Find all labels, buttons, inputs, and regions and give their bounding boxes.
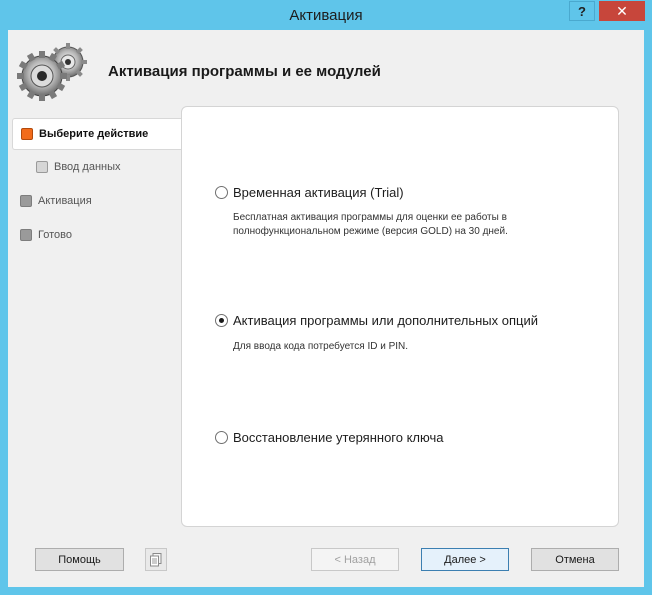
option-restore-key[interactable]: Восстановление утерянного ключа xyxy=(215,430,444,445)
radio-restore-key[interactable] xyxy=(215,431,228,444)
radio-trial[interactable] xyxy=(215,186,228,199)
dialog-header: Активация программы и ее модулей xyxy=(8,30,644,108)
option-trial-label[interactable]: Временная активация (Trial) xyxy=(233,185,404,200)
step-choose-action: Выберите действие xyxy=(12,118,188,150)
option-activate-program-description: Для ввода кода потребуется ID и PIN. xyxy=(233,341,409,352)
step-label: Готово xyxy=(38,229,72,241)
dialog-client: Активация программы и ее модулей Выберит… xyxy=(8,30,644,587)
step-pending-icon xyxy=(36,161,48,173)
activation-window: Активация ? ✕ Активация программы и ее м… xyxy=(0,0,652,595)
close-button[interactable]: ✕ xyxy=(599,1,645,21)
step-activation: Активация xyxy=(8,184,188,218)
window-title: Активация xyxy=(289,7,363,24)
options-panel: Временная активация (Trial) Бесплатная а… xyxy=(181,106,619,527)
step-pending-icon xyxy=(20,229,32,241)
help-button[interactable]: Помощь xyxy=(35,548,124,571)
page-title: Активация программы и ее модулей xyxy=(108,63,381,80)
step-label: Ввод данных xyxy=(54,161,121,173)
option-activate-program[interactable]: Активация программы или дополнительных о… xyxy=(215,313,538,328)
option-trial-description: Бесплатная активация программы для оценк… xyxy=(233,212,508,237)
button-bar: Помощь < Назад Далее > Отмена xyxy=(8,540,644,580)
title-bar[interactable]: Активация ? ✕ xyxy=(0,0,652,30)
help-title-button[interactable]: ? xyxy=(569,1,595,21)
back-button[interactable]: < Назад xyxy=(311,548,399,571)
wizard-steps: Выберите действие Ввод данных Активация … xyxy=(8,118,188,252)
step-label: Выберите действие xyxy=(39,128,149,140)
cancel-button[interactable]: Отмена xyxy=(531,548,619,571)
step-data-entry: Ввод данных xyxy=(8,150,188,184)
option-trial[interactable]: Временная активация (Trial) xyxy=(215,185,404,200)
step-pending-icon xyxy=(20,195,32,207)
gears-logo-icon xyxy=(17,43,87,101)
copy-icon[interactable] xyxy=(145,548,167,571)
step-done: Готово xyxy=(8,218,188,252)
option-restore-key-label[interactable]: Восстановление утерянного ключа xyxy=(233,430,444,445)
step-label: Активация xyxy=(38,195,92,207)
document-copy-icon xyxy=(150,552,162,566)
step-active-icon xyxy=(21,128,33,140)
radio-activate-program[interactable] xyxy=(215,314,228,327)
option-activate-program-label[interactable]: Активация программы или дополнительных о… xyxy=(233,313,538,328)
next-button[interactable]: Далее > xyxy=(421,548,509,571)
